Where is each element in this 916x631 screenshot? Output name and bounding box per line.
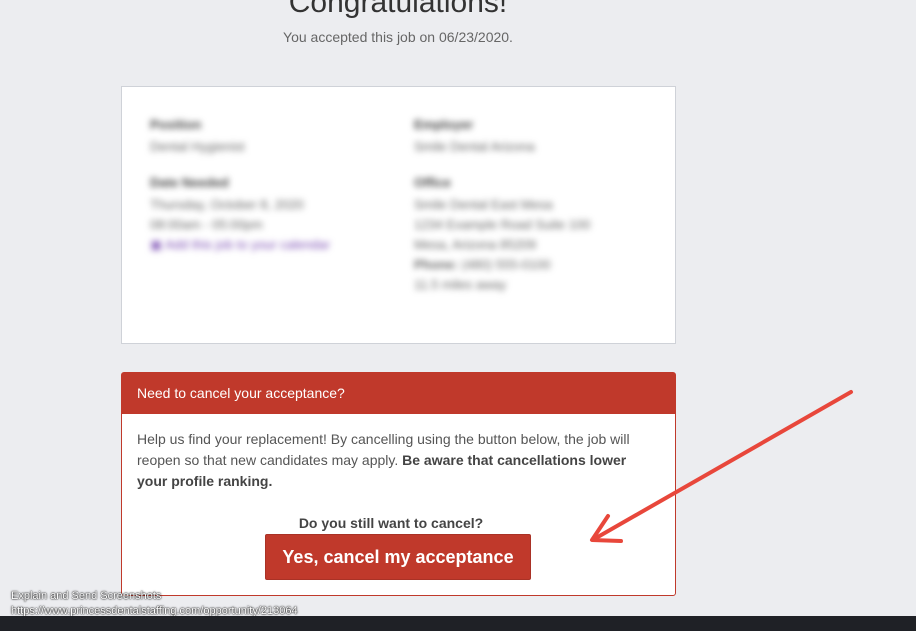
- calendar-icon: ▣: [150, 237, 163, 252]
- bottom-taskbar: [0, 616, 916, 631]
- job-details-card: Position Dental Hygienist Date Needed Th…: [121, 86, 676, 344]
- employer-value: Smile Dental Arizona: [414, 139, 535, 154]
- cancel-question: Do you still want to cancel?: [298, 515, 484, 531]
- page-title: Congratulations!: [288, 0, 508, 19]
- phone-value: (480) 555-0100: [461, 257, 551, 272]
- job-details-left-column: Position Dental Hygienist Date Needed Th…: [150, 117, 380, 273]
- accepted-date-text: You accepted this job on 06/23/2020.: [283, 29, 513, 45]
- date-needed-block: Date Needed Thursday, October 8, 2020 08…: [150, 175, 380, 255]
- employer-block: Employer Smile Dental Arizona: [414, 117, 654, 157]
- office-label: Office: [414, 175, 451, 190]
- job-details-right-column: Employer Smile Dental Arizona Office Smi…: [414, 117, 654, 313]
- screenshot-tool-label: Explain and Send Screenshots: [11, 590, 162, 602]
- cancel-acceptance-panel: Need to cancel your acceptance? Help us …: [121, 372, 676, 596]
- date-needed-label: Date Needed: [150, 175, 229, 190]
- date-needed-date: Thursday, October 8, 2020: [150, 197, 304, 212]
- office-city: Mesa, Arizona 85209: [414, 237, 537, 252]
- cancel-panel-header: Need to cancel your acceptance?: [122, 373, 675, 414]
- position-block: Position Dental Hygienist: [150, 117, 380, 157]
- office-phone: Phone: (480) 555-0100: [414, 255, 654, 275]
- add-to-calendar-label: Add this job to your calendar: [165, 237, 330, 252]
- office-distance: 11.5 miles away: [414, 277, 507, 292]
- position-label: Position: [150, 117, 202, 132]
- add-to-calendar-link[interactable]: ▣ Add this job to your calendar: [150, 235, 380, 255]
- phone-label: Phone:: [414, 257, 459, 272]
- cancel-acceptance-button[interactable]: Yes, cancel my acceptance: [265, 534, 531, 580]
- position-value: Dental Hygienist: [150, 139, 245, 154]
- date-needed-time: 08:00am - 05:00pm: [150, 217, 263, 232]
- employer-label: Employer: [414, 117, 474, 132]
- office-address: 1234 Example Road Suite 100: [414, 217, 591, 232]
- office-name: Smile Dental East Mesa: [414, 197, 553, 212]
- office-block: Office Smile Dental East Mesa 1234 Examp…: [414, 175, 654, 295]
- cancel-panel-body: Help us find your replacement! By cancel…: [122, 414, 675, 534]
